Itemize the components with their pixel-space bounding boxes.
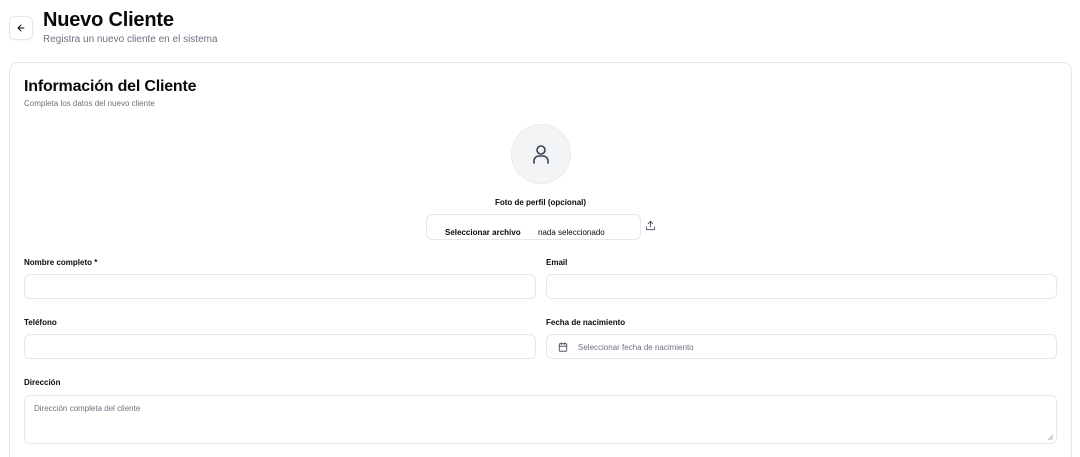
- email-label: Email: [546, 258, 568, 267]
- birth-date-picker[interactable]: Seleccionar fecha de nacimiento: [546, 334, 1057, 359]
- phone-label: Teléfono: [24, 318, 57, 327]
- file-status: nada seleccionado: [538, 228, 605, 237]
- profile-photo-file-input[interactable]: Seleccionar archivo nada seleccionado: [426, 214, 641, 240]
- back-button[interactable]: [9, 16, 33, 40]
- calendar-icon: [558, 342, 568, 352]
- arrow-left-icon: [17, 24, 25, 32]
- page-title: Nuevo Cliente: [43, 9, 174, 31]
- page-subtitle: Registra un nuevo cliente en el sistema: [43, 34, 218, 45]
- full-name-input[interactable]: [24, 274, 536, 299]
- address-placeholder: Dirección completa del cliente: [34, 404, 141, 413]
- photo-label: Foto de perfil (opcional): [494, 198, 587, 207]
- client-info-card: Información del Cliente Completa los dat…: [9, 62, 1072, 457]
- birth-date-placeholder: Seleccionar fecha de nacimiento: [578, 343, 694, 352]
- full-name-label: Nombre completo *: [24, 258, 98, 267]
- address-label: Dirección: [24, 378, 61, 387]
- address-textarea[interactable]: Dirección completa del cliente: [24, 395, 1057, 444]
- user-icon: [533, 145, 549, 164]
- upload-icon: [645, 220, 656, 231]
- new-client-page: Nuevo Cliente Registra un nuevo cliente …: [0, 0, 1080, 457]
- card-title: Información del Cliente: [24, 78, 197, 95]
- card-description: Completa los datos del nuevo cliente: [24, 99, 155, 108]
- birth-date-label: Fecha de nacimiento: [546, 318, 626, 327]
- phone-input[interactable]: [24, 334, 536, 359]
- select-file-button[interactable]: Seleccionar archivo: [445, 227, 521, 238]
- avatar-placeholder: [511, 124, 571, 184]
- resize-handle-icon[interactable]: [1047, 434, 1053, 440]
- email-input[interactable]: [546, 274, 1057, 299]
